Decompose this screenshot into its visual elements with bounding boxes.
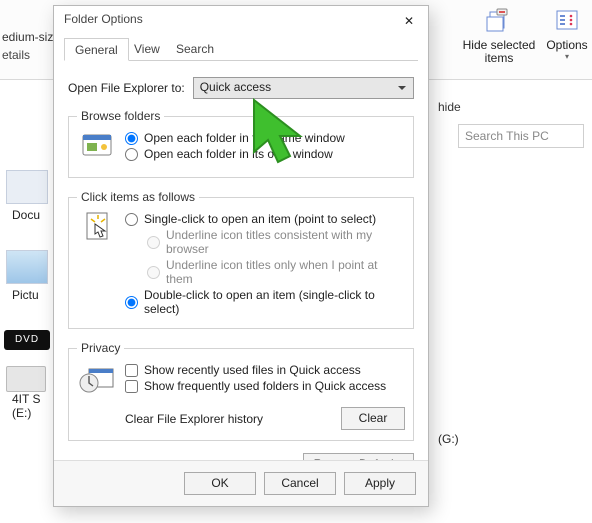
- tabs: General View Search: [64, 36, 418, 61]
- options-label: Options: [543, 39, 591, 52]
- nav-item-pictures[interactable]: Pictu: [0, 250, 54, 302]
- drive-icon: [6, 366, 46, 392]
- group-browse-legend: Browse folders: [77, 109, 164, 123]
- hide-selected-icon: [485, 8, 513, 32]
- tab-search[interactable]: Search: [166, 38, 224, 61]
- nav-item-documents[interactable]: Docu: [0, 170, 54, 222]
- radio-same-window[interactable]: Open each folder in the same window: [125, 131, 405, 145]
- radio-underline-point: Underline icon titles only when I point …: [147, 258, 405, 286]
- radio-single-click[interactable]: Single-click to open an item (point to s…: [125, 212, 405, 226]
- hide-selected-label: Hide selected items: [460, 39, 538, 65]
- radio-double-click[interactable]: Double-click to open an item (single-cli…: [125, 288, 405, 316]
- tab-general[interactable]: General: [64, 38, 129, 61]
- group-click-legend: Click items as follows: [77, 190, 199, 204]
- tab-view[interactable]: View: [124, 38, 170, 61]
- dialog-titlebar[interactable]: Folder Options ✕: [54, 6, 428, 36]
- clear-history-label: Clear File Explorer history: [125, 412, 263, 426]
- click-items-icon: [77, 210, 119, 248]
- drive-g-label: (G:): [438, 432, 459, 446]
- checkbox-recent-files[interactable]: Show recently used files in Quick access: [125, 363, 405, 377]
- group-privacy: Privacy Show recently used files in Quic…: [68, 341, 414, 441]
- options-icon: [554, 8, 580, 32]
- open-explorer-to-label: Open File Explorer to:: [68, 81, 185, 95]
- close-icon: ✕: [404, 14, 414, 28]
- group-privacy-legend: Privacy: [77, 341, 124, 355]
- dialog-title: Folder Options: [64, 12, 143, 26]
- open-explorer-to-dropdown[interactable]: Quick access: [193, 77, 414, 99]
- ribbon-truncated-details: etails: [2, 48, 30, 62]
- hide-selected-items-button[interactable]: Hide selected items: [460, 8, 538, 65]
- group-click-items: Click items as follows Single-click to o…: [68, 190, 414, 329]
- chevron-down-icon: ▾: [543, 52, 591, 61]
- radio-underline-browser: Underline icon titles consistent with my…: [147, 228, 405, 256]
- clear-button[interactable]: Clear: [341, 407, 405, 430]
- folder-options-dialog: Folder Options ✕ General View Search Ope…: [53, 5, 429, 507]
- apply-button[interactable]: Apply: [344, 472, 416, 495]
- dvd-icon: DVD: [4, 330, 50, 350]
- ok-button[interactable]: OK: [184, 472, 256, 495]
- nav-panel: Docu Pictu DVD 4IT S (E:): [0, 170, 54, 448]
- documents-icon: [6, 170, 48, 204]
- nav-item-dvd[interactable]: DVD: [0, 330, 54, 350]
- bg-hide-label: hide: [438, 100, 461, 114]
- pictures-icon: [6, 250, 48, 284]
- checkbox-frequent-folders[interactable]: Show frequently used folders in Quick ac…: [125, 379, 405, 393]
- close-button[interactable]: ✕: [396, 11, 422, 31]
- search-input[interactable]: Search This PC: [458, 124, 584, 148]
- privacy-icon: [77, 361, 119, 399]
- group-browse-folders: Browse folders Open each folder in the s…: [68, 109, 414, 178]
- nav-item-drive-e[interactable]: 4IT S (E:): [0, 366, 54, 420]
- ribbon-truncated-size: edium-siz: [2, 30, 53, 44]
- radio-own-window[interactable]: Open each folder in its own window: [125, 147, 405, 161]
- options-button[interactable]: Options ▾: [543, 8, 591, 61]
- dialog-footer: OK Cancel Apply: [54, 460, 428, 506]
- browse-folders-icon: [77, 129, 119, 167]
- cancel-button[interactable]: Cancel: [264, 472, 336, 495]
